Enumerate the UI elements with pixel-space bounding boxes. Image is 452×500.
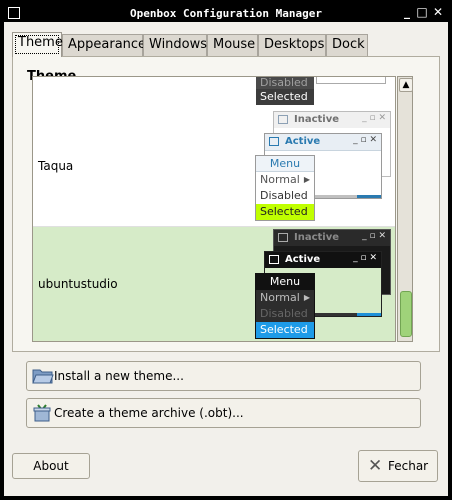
preview-active-title: Active <box>285 254 321 265</box>
close-icon[interactable]: ✕ <box>431 5 445 19</box>
about-button[interactable]: About <box>12 453 90 479</box>
preview-active-title: Active <box>285 136 321 147</box>
preview-normal: Normal ▶ <box>260 173 310 186</box>
create-archive-label: Create a theme archive (.obt)... <box>54 406 244 420</box>
close-label: Fechar <box>388 459 429 473</box>
close-button[interactable]: ✕ Fechar <box>358 450 438 482</box>
scroll-up-icon[interactable]: ▲ <box>399 78 413 92</box>
preview-disabled: Disabled <box>260 307 308 320</box>
maximize-icon[interactable]: □ <box>415 5 429 19</box>
list-item[interactable]: Taqua Inactive _ ▫ ✕ Active _ ▫ ✕ Menu N… <box>33 105 395 227</box>
tab-dock[interactable]: Dock <box>326 34 368 56</box>
list-item[interactable]: ubuntustudio Inactive _ ▫ ✕ Active _ ▫ ✕ <box>33 227 395 341</box>
tab-desktops[interactable]: Desktops <box>258 34 326 56</box>
preview-disabled: Disabled <box>260 189 308 202</box>
theme-preview: Disabled Selected <box>256 77 386 105</box>
scrollbar-thumb[interactable] <box>400 291 412 337</box>
preview-menu-title: Menu <box>256 274 314 290</box>
preview-menu: Menu Normal ▶ Disabled Selected <box>255 155 315 221</box>
preview-inactive-title: Inactive <box>294 232 340 243</box>
theme-name: Taqua <box>38 159 74 173</box>
preview-inactive-title: Inactive <box>294 114 340 125</box>
preview-selected: Selected <box>256 322 314 338</box>
preview-normal: Normal ▶ <box>260 291 310 304</box>
theme-preview: Inactive _ ▫ ✕ Active _ ▫ ✕ Menu Normal … <box>255 111 395 229</box>
tab-theme[interactable]: Theme <box>12 32 63 57</box>
window-body: Theme Appearance Windows Mouse Desktops … <box>4 22 448 496</box>
preview-selected: Selected <box>256 204 314 220</box>
install-theme-button[interactable]: Install a new theme... <box>26 361 421 391</box>
preview-menu-title: Menu <box>256 156 314 172</box>
minimize-icon[interactable]: _ <box>400 5 414 19</box>
create-archive-button[interactable]: Create a theme archive (.obt)... <box>26 398 421 428</box>
folder-open-icon <box>32 369 54 384</box>
window-title: Openbox Configuration Manager <box>129 7 323 20</box>
preview-menu: Menu Normal ▶ Disabled Selected <box>255 273 315 339</box>
archive-icon <box>33 404 51 422</box>
install-theme-label: Install a new theme... <box>54 369 184 383</box>
list-item[interactable]: Disabled Selected <box>33 77 395 105</box>
theme-preview: Inactive _ ▫ ✕ Active _ ▫ ✕ Menu Normal … <box>255 229 395 341</box>
preview-selected: Selected <box>256 89 314 105</box>
about-label: About <box>33 459 69 473</box>
theme-list[interactable]: Disabled Selected Taqua Inactive _ ▫ ✕ A… <box>32 76 396 342</box>
theme-list-scrollbar[interactable]: ▲ <box>397 76 413 342</box>
close-x-icon: ✕ <box>368 456 383 476</box>
tab-windows[interactable]: Windows <box>143 34 207 56</box>
tab-mouse[interactable]: Mouse <box>207 34 258 56</box>
theme-name: ubuntustudio <box>38 277 118 291</box>
tab-appearance[interactable]: Appearance <box>62 34 146 56</box>
